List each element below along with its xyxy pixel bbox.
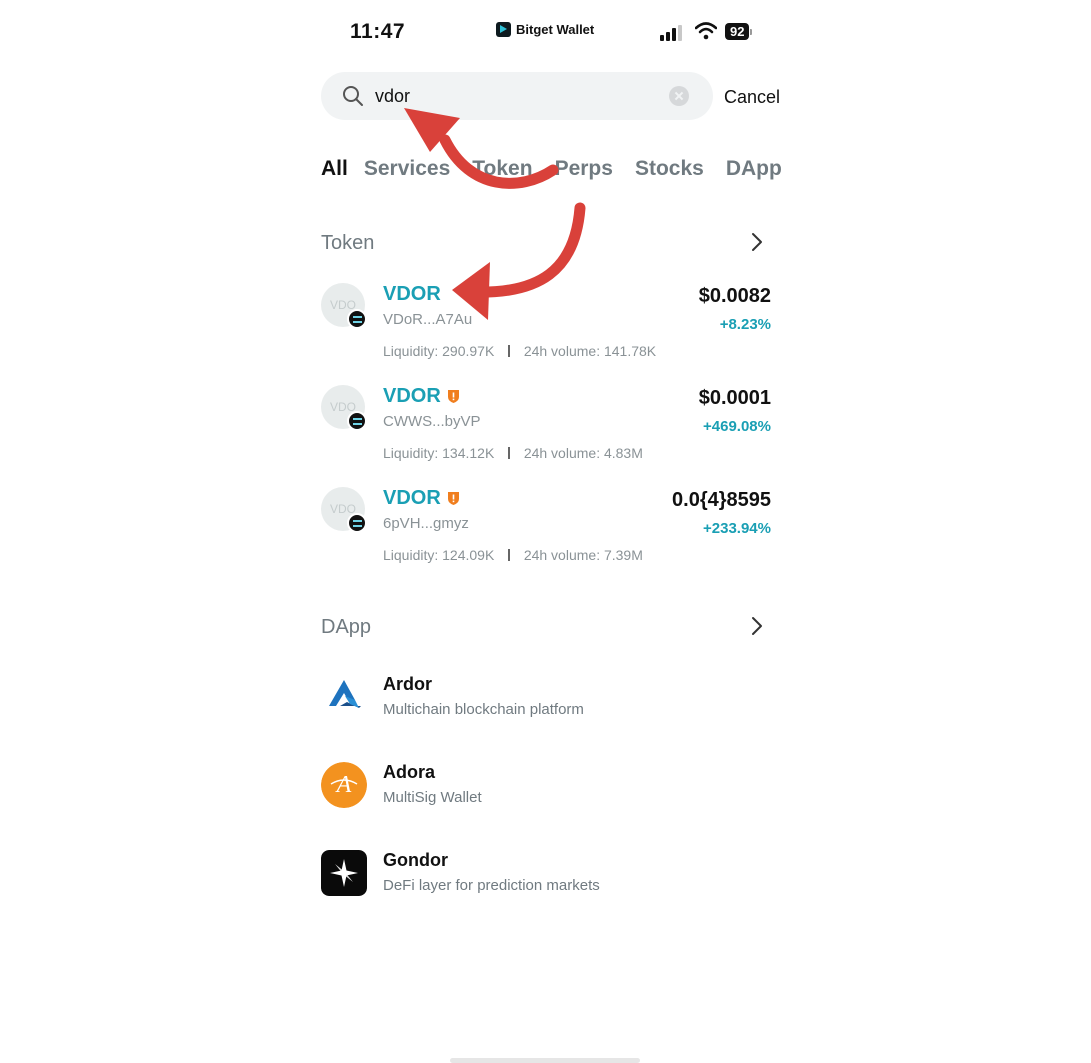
token-name: VDOR xyxy=(383,385,460,408)
wifi-icon xyxy=(695,22,717,40)
token-section-title: Token xyxy=(321,232,375,254)
tab-perps[interactable]: Perps xyxy=(555,157,613,181)
clear-search-icon[interactable] xyxy=(669,86,689,106)
token-symbol: VDOR xyxy=(383,487,441,509)
category-tabs: All Services Token Perps Stocks DApp xyxy=(321,157,795,185)
token-row[interactable]: VDO VDOR 6pVH...gmyz Liquidity: 124.09K 2… xyxy=(321,487,771,583)
token-name: VDOR xyxy=(383,487,460,510)
dapp-description: MultiSig Wallet xyxy=(383,789,482,806)
token-liquidity: Liquidity: 124.09K xyxy=(383,547,495,563)
dapp-row-adora[interactable]: A Adora MultiSig Wallet xyxy=(321,762,771,812)
search-screen: 11:47 Bitget Wallet 92 Cancel All Service… xyxy=(300,0,800,1063)
divider xyxy=(508,549,510,561)
tab-all[interactable]: All xyxy=(321,157,348,181)
token-price: $0.0082 xyxy=(698,285,771,307)
token-volume: 24h volume: 141.78K xyxy=(523,343,657,359)
dapp-description: DeFi layer for prediction markets xyxy=(383,877,600,894)
bitget-logo-icon xyxy=(496,22,511,37)
dapp-name: Gondor xyxy=(383,850,448,870)
status-time: 11:47 xyxy=(350,20,406,43)
token-see-all-chevron-icon[interactable] xyxy=(750,232,764,252)
divider xyxy=(508,447,510,459)
token-stats: Liquidity: 134.12K 24h volume: 4.83M xyxy=(383,445,643,461)
token-symbol: VDOR xyxy=(383,385,441,407)
svg-text:A: A xyxy=(335,772,352,798)
solana-chain-icon xyxy=(347,309,367,329)
divider xyxy=(508,345,510,357)
solana-chain-icon xyxy=(347,411,367,431)
token-change: +8.23% xyxy=(719,316,771,333)
dapp-row-ardor[interactable]: Ardor Multichain blockchain platform xyxy=(321,674,771,724)
token-change: +469.08% xyxy=(703,418,771,435)
token-address: 6pVH...gmyz xyxy=(383,515,469,532)
ardor-logo-icon xyxy=(329,680,361,708)
tab-services[interactable]: Services xyxy=(364,157,450,181)
token-change: +233.94% xyxy=(703,520,771,537)
dapp-row-gondor[interactable]: Gondor DeFi layer for prediction markets xyxy=(321,850,771,900)
token-row[interactable]: VDO VDOR CWWS...byVP Liquidity: 134.12K 2… xyxy=(321,385,771,481)
token-liquidity: Liquidity: 290.97K xyxy=(383,343,495,359)
solana-chain-icon xyxy=(347,513,367,533)
risk-warning-shield-icon xyxy=(447,492,459,505)
adora-logo-icon: A xyxy=(321,762,367,808)
risk-warning-shield-icon xyxy=(447,390,459,403)
search-input[interactable] xyxy=(375,83,655,109)
token-price: $0.0001 xyxy=(698,387,771,409)
gondor-logo-icon xyxy=(321,850,367,896)
token-name: VDOR xyxy=(383,283,441,306)
token-liquidity: Liquidity: 134.12K xyxy=(383,445,495,461)
search-icon xyxy=(343,86,363,106)
search-bar[interactable] xyxy=(321,72,713,120)
token-symbol: VDOR xyxy=(383,283,441,305)
token-address: CWWS...byVP xyxy=(383,413,481,430)
dapp-section-title: DApp xyxy=(321,616,372,638)
token-address: VDoR...A7Au xyxy=(383,311,473,328)
token-price: 0.0{4}8595 xyxy=(672,489,771,511)
token-stats: Liquidity: 124.09K 24h volume: 7.39M xyxy=(383,547,643,563)
token-stats: Liquidity: 290.97K 24h volume: 141.78K xyxy=(383,343,656,359)
cancel-button[interactable]: Cancel xyxy=(724,87,780,108)
tab-token[interactable]: Token xyxy=(472,157,532,181)
token-volume: 24h volume: 4.83M xyxy=(523,445,643,461)
tab-dapp[interactable]: DApp xyxy=(726,157,782,181)
cellular-signal-icon xyxy=(660,25,682,41)
battery-tip xyxy=(750,28,753,35)
dapp-name: Ardor xyxy=(383,674,432,694)
dapp-description: Multichain blockchain platform xyxy=(383,701,584,718)
dapp-see-all-chevron-icon[interactable] xyxy=(750,616,764,636)
home-indicator xyxy=(450,1058,640,1063)
dapp-name: Adora xyxy=(383,762,436,782)
battery-level: 92 xyxy=(725,23,750,40)
token-row[interactable]: VDO VDOR VDoR...A7Au Liquidity: 290.97K 2… xyxy=(321,283,771,379)
token-volume: 24h volume: 7.39M xyxy=(523,547,643,563)
tab-stocks[interactable]: Stocks xyxy=(635,157,704,181)
brand-name: Bitget Wallet xyxy=(516,22,595,37)
battery-indicator: 92 xyxy=(725,23,753,40)
brand-label: Bitget Wallet xyxy=(496,22,594,37)
